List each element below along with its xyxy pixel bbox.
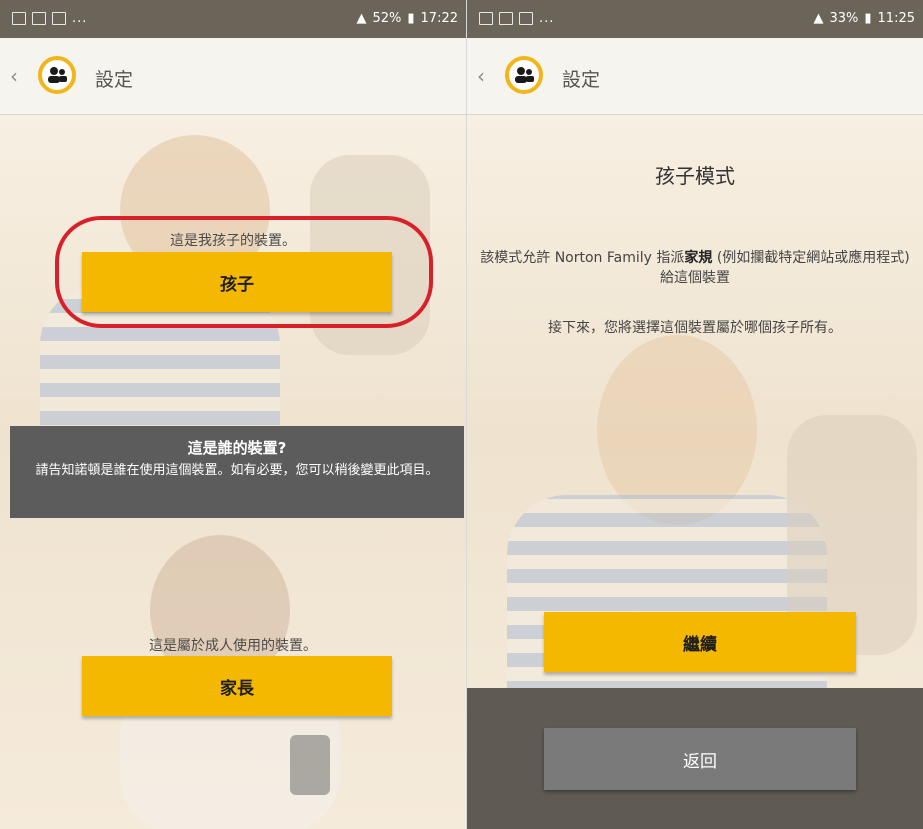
back-chevron-icon[interactable]: ‹ [477, 64, 485, 88]
page-title: 設定 [562, 69, 601, 91]
battery-icon: ▮ [407, 11, 415, 26]
battery-percent: 52% [372, 11, 402, 26]
notification-icon [479, 12, 493, 25]
notification-icon [499, 12, 513, 25]
more-notifications-indicator: ... [72, 11, 88, 26]
battery-icon: ▮ [864, 11, 872, 26]
status-bar: ... ▲ 33% ▮ 11:25 [467, 0, 923, 38]
page-title: 設定 [95, 69, 134, 91]
device-owner-info-box: 這是誰的裝置? 請告知諾頓是誰在使用這個裝置。如有必要，您可以稍後變更此項目。 [10, 426, 464, 518]
child-mode-screen-right: ... ▲ 33% ▮ 11:25 ‹ 設定 孩子模式 該模式允許 Norton… [467, 0, 923, 829]
adult-device-prompt: 這是屬於成人使用的裝置。 [149, 638, 317, 654]
info-body: 請告知諾頓是誰在使用這個裝置。如有必要，您可以稍後變更此項目。 [35, 463, 439, 478]
mode-description-bold: 家規 [684, 250, 713, 266]
mode-title: 孩子模式 [655, 164, 735, 188]
next-step-text: 接下來，您將選擇這個裝置屬於哪個孩子所有。 [548, 320, 842, 336]
parent-button[interactable]: 家長 [82, 656, 392, 716]
notification-icon [32, 12, 46, 25]
battery-percent: 33% [829, 11, 859, 26]
continue-button[interactable]: 繼續 [544, 612, 856, 672]
signal-icon: ▲ [813, 11, 824, 26]
status-bar: ... ▲ 52% ▮ 17:22 [0, 0, 466, 38]
norton-family-logo-icon [505, 56, 543, 94]
mode-description: 該模式允許 Norton Family 指派家規 (例如攔截特定網站或應用程式)… [467, 248, 923, 288]
back-chevron-icon[interactable]: ‹ [10, 64, 18, 88]
highlight-circle [55, 216, 433, 328]
photo-phone [290, 735, 330, 795]
notification-icon [519, 12, 533, 25]
clock: 17:22 [420, 11, 458, 26]
info-heading: 這是誰的裝置? [187, 439, 287, 457]
settings-screen-left: ... ▲ 52% ▮ 17:22 ‹ 設定 這是我孩子的裝置。 孩子 這是誰的… [0, 0, 466, 829]
clock: 11:25 [877, 11, 915, 26]
signal-icon: ▲ [356, 11, 367, 26]
norton-family-logo-icon [38, 56, 76, 94]
more-notifications-indicator: ... [539, 11, 555, 26]
notification-icon [12, 12, 26, 25]
mode-description-prefix: 該模式允許 Norton Family 指派 [480, 250, 685, 266]
notification-icon [52, 12, 66, 25]
back-button[interactable]: 返回 [544, 728, 856, 790]
app-bar: ‹ 設定 [0, 38, 466, 115]
app-bar: ‹ 設定 [467, 38, 923, 115]
